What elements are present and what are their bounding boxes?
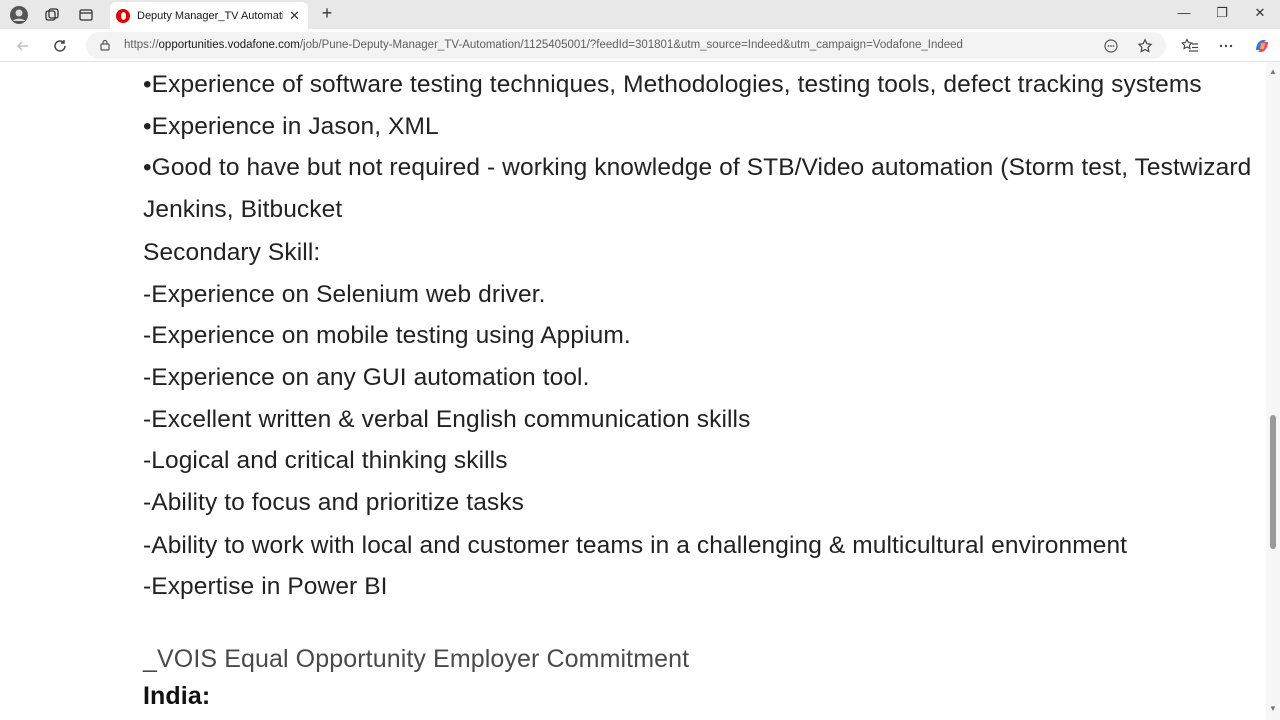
skill-line: -Expertise in Power BI [143, 573, 388, 600]
job-description-content: •Experience of software testing techniqu… [0, 63, 1266, 720]
copilot-icon[interactable] [1251, 35, 1273, 57]
skill-line: -Experience on Selenium web driver. [143, 281, 546, 308]
secondary-skill-label: Secondary Skill: [143, 239, 321, 266]
restore-button[interactable]: ❐ [1212, 5, 1232, 21]
equal-opportunity-heading: _VOIS Equal Opportunity Employer Commitm… [143, 645, 690, 673]
skill-line: -Experience on any GUI automation tool. [143, 364, 590, 391]
workspaces-icon[interactable] [41, 4, 63, 26]
vodafone-favicon-icon [116, 8, 130, 23]
requirement-line: •Experience in Jason, XML [143, 113, 439, 140]
tab-actions-icon[interactable] [75, 4, 97, 26]
close-window-button[interactable]: ✕ [1250, 5, 1270, 21]
favorites-icon[interactable] [1179, 35, 1201, 57]
tab-close-icon[interactable]: ✕ [289, 8, 300, 24]
skill-line: -Logical and critical thinking skills [143, 447, 508, 474]
lock-icon[interactable] [98, 38, 112, 52]
refresh-icon[interactable] [49, 35, 71, 57]
scroll-down-icon[interactable]: ▼ [1269, 704, 1277, 713]
skill-line: -Experience on mobile testing using Appi… [143, 322, 631, 349]
india-subheading: India: [143, 682, 211, 710]
new-tab-button[interactable]: + [316, 3, 338, 24]
read-aloud-icon[interactable] [1101, 36, 1121, 56]
more-icon[interactable] [1215, 35, 1237, 57]
minimize-button[interactable]: — [1174, 5, 1194, 20]
page-scrollbar[interactable]: ▲ ▼ [1266, 63, 1280, 720]
favorite-star-icon[interactable] [1135, 36, 1155, 56]
skill-line: -Ability to focus and prioritize tasks [143, 489, 524, 516]
active-tab[interactable]: Deputy Manager_TV Automation ✕ [110, 2, 308, 29]
navigation-bar: https://opportunities.vodafone.com/job/P… [0, 29, 1280, 62]
scrollbar-thumb[interactable] [1270, 415, 1276, 549]
skill-line: -Ability to work with local and customer… [143, 532, 1128, 559]
skill-line: -Excellent written & verbal English comm… [143, 406, 751, 433]
back-icon[interactable] [12, 35, 34, 57]
address-bar[interactable]: https://opportunities.vodafone.com/job/P… [86, 32, 1166, 59]
url-text[interactable]: https://opportunities.vodafone.com/job/P… [124, 39, 963, 51]
scroll-up-icon[interactable]: ▲ [1269, 67, 1277, 76]
profile-icon[interactable] [8, 4, 30, 26]
tab-title: Deputy Manager_TV Automation [137, 9, 283, 22]
tab-strip: Deputy Manager_TV Automation ✕ + — ❐ ✕ [0, 0, 1280, 29]
requirement-line: Jenkins, Bitbucket [143, 196, 343, 223]
requirement-line: •Experience of software testing techniqu… [143, 71, 1202, 98]
requirement-line: •Good to have but not required - working… [143, 154, 1252, 181]
